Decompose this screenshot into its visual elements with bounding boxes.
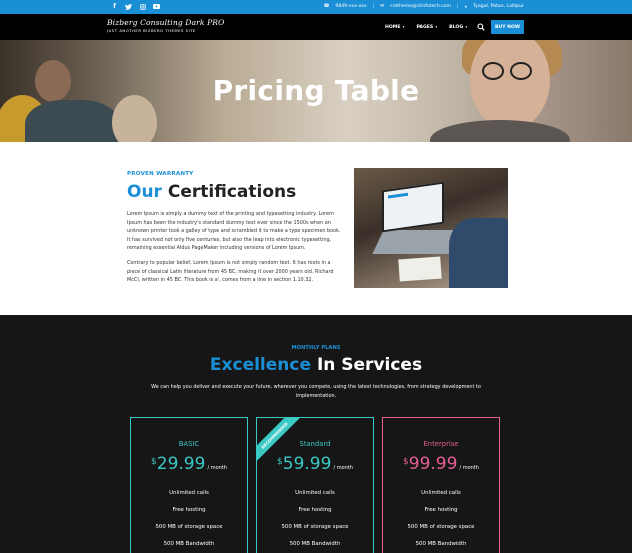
laptop-photo [354, 168, 508, 288]
chevron-down-icon: ▾ [464, 25, 468, 29]
page-title: Pricing Table [212, 74, 420, 107]
chevron-down-icon: ▾ [434, 25, 438, 29]
hero-woman-shoulders [430, 120, 570, 142]
plan-feature: 500 MB of storage space [407, 524, 475, 530]
email-address[interactable]: cretheme@ctinfotech.com [390, 4, 451, 10]
plan-price: $29.99/ month [151, 454, 227, 474]
site-tagline: JUST ANOTHER BIZBERG THEMES SITE [107, 28, 196, 33]
services-eyebrow: MONTHLY PLANS [291, 345, 341, 351]
social-links: f [110, 2, 161, 11]
services-subtitle: We can help you deliver and execute your… [151, 384, 481, 399]
laptop-screen [382, 181, 444, 233]
person-arm [449, 218, 508, 288]
certifications-heading: Our Certifications [127, 182, 296, 202]
plan-feature: Unlimited calls [169, 490, 209, 496]
plan-feature: 500 MB of storage space [155, 524, 223, 530]
certifications-paragraph: Contrary to popular belief, Lorem Ipsum … [127, 260, 334, 283]
pricing-card-standard[interactable]: RECOMMENDED Standard $59.99/ month Unlim… [256, 417, 374, 553]
certifications-eyebrow: PROVEN WARRANTY [127, 171, 194, 177]
plan-feature: Free hosting [424, 507, 458, 513]
notebook [398, 256, 442, 282]
facebook-icon[interactable]: f [110, 2, 119, 11]
certifications-heading-rest: Certifications [167, 182, 297, 202]
search-icon[interactable] [477, 23, 485, 31]
plan-name: Enterprise [423, 440, 459, 448]
phone-icon: ☎ [323, 3, 330, 9]
page-hero: Pricing Table [0, 40, 632, 142]
plan-feature: Free hosting [298, 507, 332, 513]
plan-feature: 500 MB of storage space [281, 524, 349, 530]
plan-price: $99.99/ month [403, 454, 479, 474]
services-heading: Excellence In Services [0, 355, 632, 375]
instagram-icon[interactable] [138, 2, 147, 11]
location-icon: ⌖ [464, 4, 468, 10]
plan-price: $59.99/ month [277, 454, 353, 474]
phone-number[interactable]: 9849-xxx-xxx [335, 4, 366, 10]
menu-item-pages[interactable]: PAGES ▾ [416, 25, 437, 30]
plan-feature: 500 MB Bandwidth [289, 541, 341, 547]
pricing-card-enterprise[interactable]: Enterprise $99.99/ month Unlimited calls… [382, 417, 500, 553]
menu: HOME ▾ PAGES ▾ BLOG ▾ [385, 25, 467, 30]
twitter-icon[interactable] [124, 2, 133, 11]
plan-name: BASIC [178, 440, 200, 448]
youtube-icon[interactable] [152, 2, 161, 11]
email-icon: ✉ [380, 3, 385, 9]
plan-name: Standard [299, 440, 331, 448]
location-text: Tyagal, Patan, Lalitpur [473, 3, 524, 9]
plan-feature: 500 MB Bandwidth [163, 541, 215, 547]
plan-feature: Free hosting [172, 507, 206, 513]
services-heading-rest: In Services [316, 355, 423, 375]
services-section: MONTHLY PLANS Excellence In Services We … [0, 315, 632, 553]
site-brand[interactable]: Bizberg Consulting Dark PRO JUST ANOTHER… [107, 18, 224, 33]
menu-item-blog[interactable]: BLOG ▾ [449, 25, 467, 30]
main-navigation: Bizberg Consulting Dark PRO JUST ANOTHER… [0, 14, 632, 40]
services-heading-accent: Excellence [209, 355, 312, 375]
site-title[interactable]: Bizberg Consulting Dark PRO [107, 18, 224, 27]
certifications-heading-accent: Our [127, 182, 162, 202]
certifications-paragraph: Lorem Ipsum is simply a dummy text of th… [127, 211, 341, 251]
menu-item-home[interactable]: HOME ▾ [385, 25, 404, 30]
plan-feature: Unlimited calls [295, 490, 335, 496]
plan-feature: Unlimited calls [421, 490, 461, 496]
chevron-down-icon: ▾ [401, 25, 405, 29]
plan-feature: 500 MB Bandwidth [415, 541, 467, 547]
top-info-bar: f ☎ 9849-xxx-xxx | ✉ cretheme@ctinfotech… [0, 0, 632, 14]
buy-now-button[interactable]: BUY NOW [491, 20, 524, 34]
contact-info: ☎ 9849-xxx-xxx | ✉ cretheme@ctinfotech.c… [323, 3, 524, 10]
pricing-card-basic[interactable]: BASIC $29.99/ month Unlimited calls Free… [130, 417, 248, 553]
